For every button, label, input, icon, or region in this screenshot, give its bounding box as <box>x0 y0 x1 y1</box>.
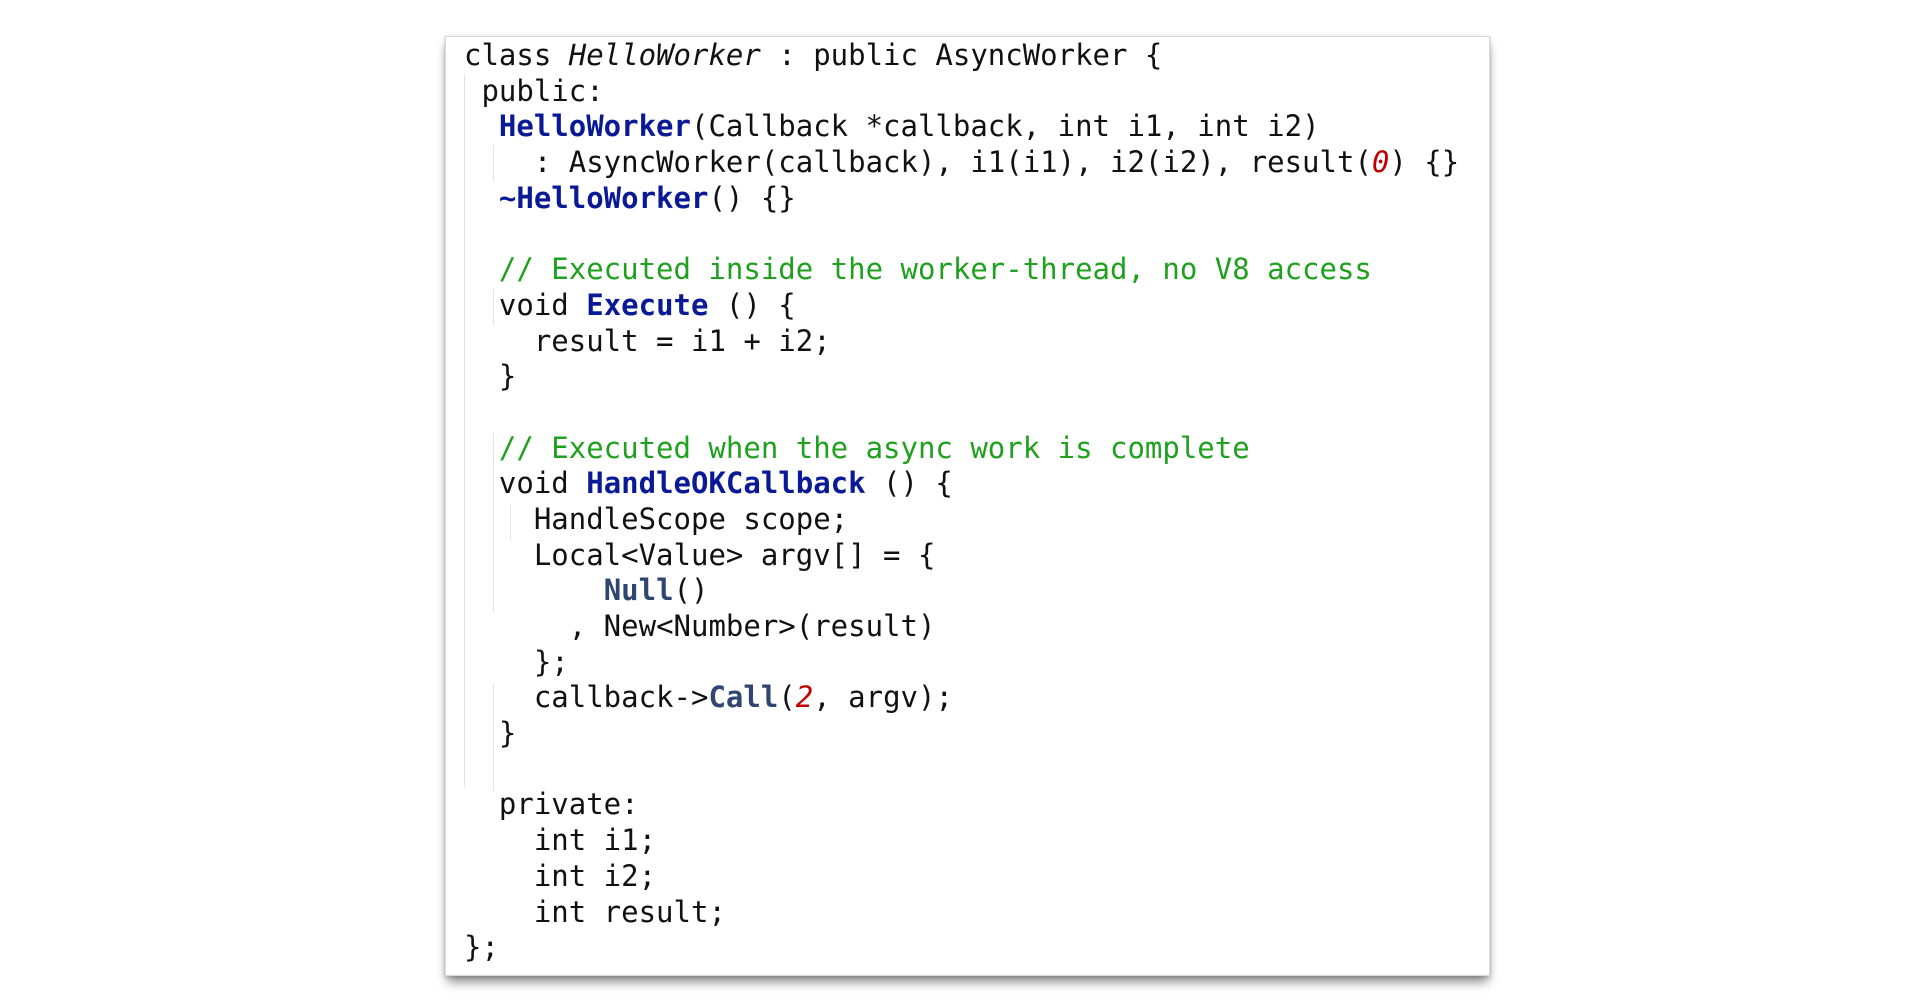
code-line-ctor: HelloWorker(Callback *callback, int i1, … <box>498 109 1320 144</box>
function-call-name: Null <box>603 573 674 608</box>
code-line-comment-callback: // Executed when the async work is compl… <box>464 431 1459 467</box>
code-line-public: public: <box>481 73 604 108</box>
code-line-argv-close: }; <box>533 644 569 679</box>
code-line-close-brace: } <box>498 716 517 751</box>
code-line-null: Null() <box>603 573 709 608</box>
code-line-field-i1: int i1; <box>533 823 657 858</box>
code-line-field-i2: int i2; <box>533 858 657 893</box>
code-comment: // Executed when the async work is compl… <box>498 430 1250 465</box>
code-line-dtor: ~HelloWorker() {} <box>498 180 796 215</box>
number-literal: 2 <box>795 680 814 715</box>
code-line-private: private: <box>498 787 639 822</box>
method-name: HandleOKCallback <box>586 466 866 501</box>
code-line-scope: HandleScope scope; <box>533 501 849 536</box>
code-line-call: callback->Call(2, argv); <box>533 680 953 715</box>
ctor-name: HelloWorker <box>498 109 691 144</box>
code-line-comment-execute: // Executed inside the worker-thread, no… <box>464 252 1459 288</box>
code-line-init-list: : AsyncWorker(callback), i1(i1), i2(i2),… <box>533 145 1460 180</box>
code-snippet-card: class HelloWorker : public AsyncWorker {… <box>445 36 1490 976</box>
number-literal: 0 <box>1371 145 1390 180</box>
code-line-class-decl: class HelloWorker : public AsyncWorker { <box>464 38 1163 72</box>
code-line-argv: Local<Value> argv[] = { <box>533 537 936 572</box>
code-line-close-brace: } <box>498 359 517 394</box>
code-line-field-result: int result; <box>533 894 726 929</box>
code-line-callback-sig: void HandleOKCallback () { <box>498 466 953 501</box>
function-call-name: Call <box>708 680 779 715</box>
method-name: Execute <box>586 287 709 322</box>
code-line-execute-body: result = i1 + i2; <box>533 323 831 358</box>
class-name: HelloWorker <box>568 38 761 72</box>
code-line-new-number: , New<Number>(result) <box>568 609 936 643</box>
dtor-name: ~HelloWorker <box>498 180 709 215</box>
code-block: class HelloWorker : public AsyncWorker {… <box>464 38 1459 966</box>
code-comment: // Executed inside the worker-thread, no… <box>498 252 1372 287</box>
code-line-execute-sig: void Execute () { <box>498 287 796 322</box>
code-line-class-close: }; <box>464 930 499 965</box>
